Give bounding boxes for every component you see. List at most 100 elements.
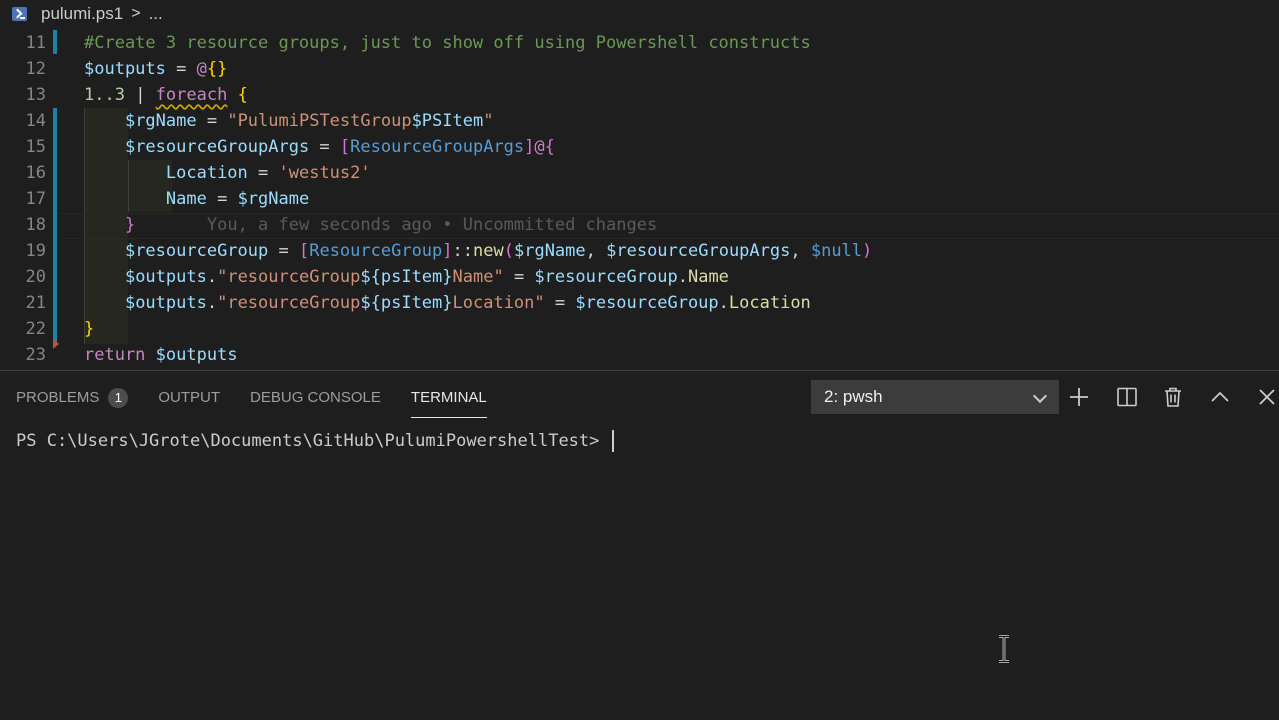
code-text: #Create 3 resource groups, just to show …: [84, 30, 811, 56]
code-line[interactable]: 17 Name = $rgName: [0, 186, 1279, 212]
code-token: foreach: [155, 85, 228, 105]
code-text: $outputs."resourceGroup${psItem}Location…: [84, 290, 811, 316]
line-number: 23: [25, 345, 46, 365]
code-line[interactable]: 14 $rgName = "PulumiPSTestGroup$PSItem": [0, 108, 1279, 134]
code-token: ,: [790, 241, 811, 261]
line-number: 12: [25, 59, 46, 79]
trash-icon[interactable]: [1161, 385, 1185, 409]
code-line[interactable]: 11 #Create 3 resource groups, just to sho…: [0, 30, 1279, 56]
git-blame-annotation: You, a few seconds ago • Uncommitted cha…: [206, 215, 658, 235]
code-line[interactable]: 22}: [0, 316, 1279, 342]
code-token: $rgName: [124, 111, 197, 131]
line-number: 13: [25, 85, 46, 105]
code-token: }: [84, 319, 95, 339]
code-text: $outputs = @{}: [84, 56, 227, 82]
code-token: $resourceGroupArgs: [124, 137, 310, 157]
code-token: Location: [165, 163, 248, 183]
plus-icon[interactable]: [1067, 385, 1091, 409]
tab-output[interactable]: OUTPUT: [158, 380, 220, 416]
code-line[interactable]: 23 return $outputs: [0, 342, 1279, 368]
code-line[interactable]: 15 $resourceGroupArgs = [ResourceGroupAr…: [0, 134, 1279, 160]
line-number: 21: [25, 293, 46, 313]
code-token: .: [206, 267, 218, 287]
chevron-down-icon: [1032, 388, 1048, 404]
code-token: =: [503, 267, 535, 287]
split-icon[interactable]: [1115, 385, 1139, 409]
code-token: =: [268, 241, 299, 261]
code-token: |: [124, 85, 156, 105]
terminal-select[interactable]: 2: pwsh: [811, 380, 1059, 414]
close-icon[interactable]: [1255, 385, 1279, 409]
code-token: $resourceGroup: [575, 293, 719, 313]
line-number: 22: [25, 319, 46, 339]
code-token: =: [544, 293, 576, 313]
code-token: Location: [728, 293, 811, 313]
code-token: ${psItem}: [360, 293, 453, 313]
breadcrumb: pulumi.ps1 > ...: [0, 0, 1279, 28]
code-token: @: [534, 137, 545, 157]
code-text: Name = $rgName: [84, 186, 309, 212]
code-token: "resourceGroup: [217, 293, 361, 313]
code-token: ]: [442, 241, 453, 261]
code-token: $resourceGroup: [534, 267, 678, 287]
code-token: {: [237, 85, 248, 105]
code-line[interactable]: 12 $outputs = @{}: [0, 56, 1279, 82]
code-token: }: [124, 215, 136, 235]
line-number: 16: [25, 163, 46, 183]
code-token: $resourceGroup: [124, 241, 269, 261]
code-line[interactable]: 20 $outputs."resourceGroup${psItem}Name"…: [0, 264, 1279, 290]
code-text: 1..3 | foreach {: [84, 82, 248, 108]
code-line[interactable]: 13 1..3 | foreach {: [0, 82, 1279, 108]
code-token: ResourceGroup: [309, 241, 443, 261]
breadcrumb-file[interactable]: pulumi.ps1: [41, 4, 123, 24]
code-text: $outputs."resourceGroup${psItem}Name" = …: [84, 264, 729, 290]
code-token: new: [473, 241, 504, 261]
code-line[interactable]: 21 $outputs."resourceGroup${psItem}Locat…: [0, 290, 1279, 316]
code-text: $resourceGroup = [ResourceGroup]::new($r…: [84, 238, 872, 264]
code-line[interactable]: 19 $resourceGroup = [ResourceGroup]::new…: [0, 238, 1279, 264]
tab-terminal[interactable]: TERMINAL: [410, 380, 487, 418]
code-line[interactable]: 18 } You, a few seconds ago • Uncommitte…: [0, 212, 1279, 238]
code-editor[interactable]: 11 #Create 3 resource groups, just to sho…: [0, 28, 1279, 370]
code-token: {}: [206, 59, 228, 79]
chevron-up-icon[interactable]: [1208, 385, 1232, 409]
panel-tabs: PROBLEMS 1 OUTPUT DEBUG CONSOLE TERMINAL: [0, 371, 501, 425]
line-number: 18: [25, 215, 46, 235]
breadcrumb-more[interactable]: ...: [149, 4, 163, 24]
terminal-select-value: 2: pwsh: [824, 387, 883, 406]
tab-debug-console[interactable]: DEBUG CONSOLE: [250, 380, 381, 416]
powershell-file-icon: [12, 7, 27, 21]
code-line[interactable]: 16 Location = 'westus2': [0, 160, 1279, 186]
code-token: $outputs: [155, 345, 238, 365]
code-token: "PulumiPSTestGroup: [227, 111, 412, 131]
code-token: =: [247, 163, 279, 183]
terminal-cursor: [611, 430, 614, 452]
code-text: } You, a few seconds ago • Uncommitted c…: [84, 212, 657, 238]
code-text: $resourceGroupArgs = [ResourceGroupArgs]…: [84, 134, 555, 160]
code-token: $outputs: [124, 267, 207, 287]
code-token: Name: [165, 189, 207, 209]
code-token: $outputs: [84, 59, 166, 79]
code-token: [: [339, 137, 351, 157]
breadcrumb-separator: >: [131, 5, 141, 22]
terminal-output[interactable]: PS C:\Users\JGrote\Documents\GitHub\Pulu…: [16, 430, 614, 452]
code-token: =: [206, 189, 238, 209]
code-token: Name": [452, 267, 504, 287]
bottom-panel: PROBLEMS 1 OUTPUT DEBUG CONSOLE TERMINAL…: [0, 370, 1279, 720]
code-token: $null: [810, 241, 863, 261]
code-token: $resourceGroupArgs: [606, 241, 791, 261]
code-token: #Create 3 resource groups, just to show …: [84, 33, 811, 53]
code-token: ): [862, 241, 873, 261]
tab-debug-console-label: DEBUG CONSOLE: [250, 389, 381, 406]
tab-problems[interactable]: PROBLEMS 1: [16, 380, 129, 416]
line-number: 20: [25, 267, 46, 287]
